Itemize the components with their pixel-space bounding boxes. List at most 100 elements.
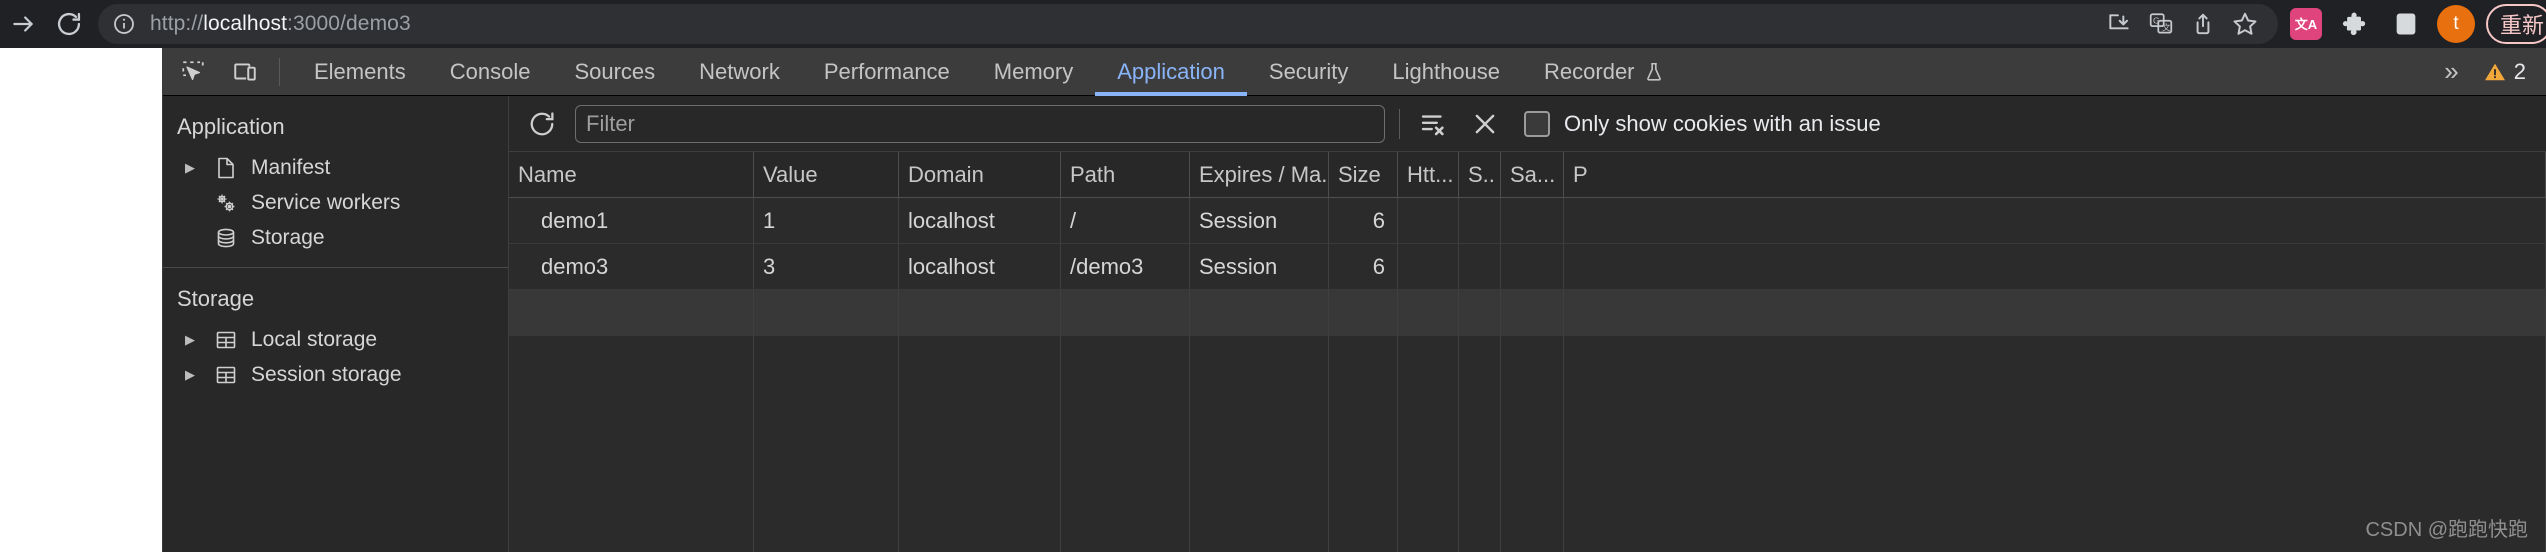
column-header-size[interactable]: Size [1329, 152, 1398, 197]
cell-name: demo1 [509, 198, 754, 243]
column-header-samesite[interactable]: Sa... [1501, 152, 1564, 197]
empty-cell [509, 336, 754, 552]
chevron-right-icon[interactable]: ▶ [185, 160, 209, 176]
cell-secure [1459, 198, 1501, 243]
filter-input[interactable] [575, 104, 1385, 143]
sidebar-item-session-storage[interactable]: ▶ Session storage [163, 357, 508, 392]
devtools-main: Application ▶ Manifest ▶ [163, 96, 2546, 552]
cell-httponly [1398, 244, 1459, 289]
devtools-panel: Elements Console Sources Network Perform… [162, 48, 2546, 552]
tab-label: Performance [823, 58, 950, 84]
empty-cell [1459, 290, 1501, 336]
install-app-icon[interactable] [2100, 5, 2138, 43]
empty-cell [509, 290, 754, 336]
translate-icon[interactable]: G 文 [2142, 5, 2180, 43]
sidebar-item-label: Session storage [251, 362, 402, 386]
sidebar-item-service-workers[interactable]: ▶ Service workers [163, 185, 508, 220]
update-browser-button[interactable]: 重新 [2486, 4, 2546, 44]
empty-cell [1398, 336, 1459, 552]
tab-security[interactable]: Security [1247, 48, 1370, 96]
inspect-element-icon[interactable] [171, 49, 215, 95]
omnibox-action-icons: G 文 [2100, 5, 2264, 43]
column-header-priority[interactable]: P [1564, 152, 2546, 197]
only-issues-checkbox-label: Only show cookies with an issue [1564, 110, 1881, 136]
tab-label: Recorder [1544, 58, 1635, 84]
forward-icon[interactable] [0, 1, 46, 47]
translate-extension-badge-label: 文A [2290, 8, 2322, 40]
chevron-right-icon[interactable]: ▶ [185, 367, 209, 383]
clear-all-cookies-icon[interactable] [1414, 105, 1452, 143]
address-bar-url: http://localhost:3000/demo3 [150, 12, 411, 35]
cookies-panel: Only show cookies with an issue Name Val… [509, 96, 2546, 552]
empty-cell [754, 336, 899, 552]
sidebar-item-local-storage[interactable]: ▶ Local storage [163, 322, 508, 357]
table-row[interactable]: demo3 3 localhost /demo3 Session 6 [509, 244, 2546, 290]
translate-extension-icon[interactable]: 文A [2286, 4, 2326, 44]
avatar[interactable]: t [2436, 4, 2476, 44]
column-header-secure[interactable]: S.. [1459, 152, 1501, 197]
column-header-name[interactable]: Name [509, 152, 754, 197]
empty-cell [1459, 336, 1501, 552]
cookies-toolbar: Only show cookies with an issue [509, 96, 2546, 152]
more-tabs-chevron-icon[interactable]: » [2426, 56, 2476, 87]
table-grid-icon [209, 328, 243, 352]
column-header-expires[interactable]: Expires / Ma... [1190, 152, 1329, 197]
database-icon [209, 226, 243, 250]
table-empty-area [509, 336, 2546, 552]
tab-memory[interactable]: Memory [972, 48, 1095, 96]
empty-cell [1190, 336, 1329, 552]
bookmark-star-icon[interactable] [2226, 5, 2264, 43]
cell-path: /demo3 [1061, 244, 1190, 289]
toolbar-divider [279, 57, 280, 86]
info-circle-icon[interactable] [112, 12, 136, 36]
sidebar-section-title-application: Application [177, 114, 285, 139]
empty-cell [1190, 290, 1329, 336]
tab-label: Lighthouse [1392, 58, 1501, 84]
refresh-icon[interactable] [523, 105, 561, 143]
tab-elements[interactable]: Elements [292, 48, 428, 96]
sidebar-item-manifest[interactable]: ▶ Manifest [163, 150, 508, 185]
cell-expires: Session [1190, 198, 1329, 243]
empty-cell [1564, 336, 2546, 552]
sidebar-section-storage: Storage ▶ Local storage ▶ Session storag… [163, 268, 508, 392]
device-toolbar-icon[interactable] [223, 49, 267, 95]
devtools-tabbar-right: » 2 [2426, 56, 2546, 87]
tab-label: Sources [574, 58, 656, 84]
tab-performance[interactable]: Performance [802, 48, 972, 96]
warning-badge[interactable]: 2 [2483, 59, 2532, 85]
empty-cell [1501, 336, 1564, 552]
only-issues-checkbox-row[interactable]: Only show cookies with an issue [1524, 110, 1881, 137]
sidebar-item-label: Storage [251, 225, 325, 249]
column-header-value[interactable]: Value [754, 152, 899, 197]
column-header-path[interactable]: Path [1061, 152, 1190, 197]
tab-application[interactable]: Application [1095, 48, 1247, 96]
delete-selected-cookie-icon[interactable] [1466, 105, 1504, 143]
tab-recorder[interactable]: Recorder [1522, 48, 1686, 96]
only-issues-checkbox[interactable] [1524, 110, 1550, 137]
tab-lighthouse[interactable]: Lighthouse [1370, 48, 1522, 96]
tab-label: Memory [993, 58, 1074, 84]
column-header-domain[interactable]: Domain [899, 152, 1061, 197]
cell-value: 1 [754, 198, 899, 243]
table-row[interactable]: demo1 1 localhost / Session 6 [509, 198, 2546, 244]
reload-icon[interactable] [46, 1, 92, 47]
cell-priority [1564, 198, 2546, 243]
tab-network[interactable]: Network [677, 48, 802, 96]
browser-toolbar: http://localhost:3000/demo3 G 文 文A t 重新 [0, 0, 2546, 48]
extensions-puzzle-icon[interactable] [2336, 4, 2376, 44]
sidebar-item-label: Service workers [251, 190, 401, 214]
side-panel-icon[interactable] [2386, 4, 2426, 44]
empty-cell [1564, 290, 2546, 336]
toolbar-divider [1399, 108, 1400, 139]
sidebar-item-storage[interactable]: ▶ Storage [163, 220, 508, 255]
chevron-right-icon[interactable]: ▶ [185, 332, 209, 348]
tab-console[interactable]: Console [428, 48, 553, 96]
address-bar[interactable]: http://localhost:3000/demo3 G 文 [98, 4, 2278, 44]
tab-label: Network [699, 58, 780, 84]
tab-label: Console [449, 58, 531, 84]
cell-expires: Session [1190, 244, 1329, 289]
share-icon[interactable] [2184, 5, 2222, 43]
column-header-httponly[interactable]: Htt... [1398, 152, 1459, 197]
empty-cell [1061, 290, 1190, 336]
tab-sources[interactable]: Sources [552, 48, 677, 96]
